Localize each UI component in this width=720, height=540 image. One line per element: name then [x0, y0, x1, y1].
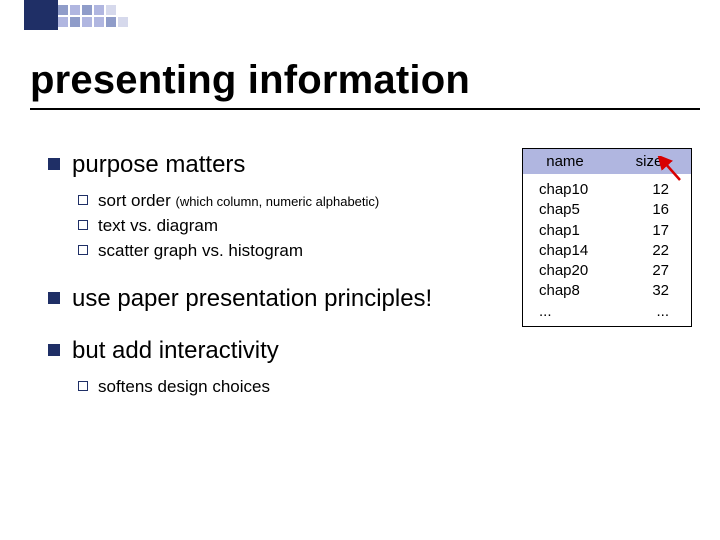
sub-bullet-item: softens design choices: [78, 376, 468, 398]
table-cell: 12: [621, 180, 692, 200]
deco-square: [82, 5, 92, 15]
deco-square: [94, 5, 104, 15]
bullet-item: purpose matters sort order (which column…: [48, 150, 468, 262]
sub-bullet-item: sort order (which column, numeric alphab…: [78, 190, 468, 212]
table-cell: ...: [523, 302, 621, 322]
deco-square: [58, 17, 68, 27]
header-decoration: [0, 0, 720, 30]
sub-text: sort order: [98, 191, 171, 210]
title-rule: [30, 108, 700, 110]
slide: { "title": "presenting information", "bu…: [0, 0, 720, 540]
sub-bullet-text: scatter graph vs. histogram: [98, 240, 303, 262]
table-cell: 17: [621, 221, 692, 241]
slide-body: purpose matters sort order (which column…: [48, 150, 468, 420]
slide-title: presenting information: [30, 58, 470, 103]
data-table: name size chap1012chap516chap117chap1422…: [522, 148, 692, 327]
hollow-square-bullet-icon: [78, 381, 88, 391]
table-row: ......: [523, 302, 691, 322]
filled-square-bullet-icon: [48, 292, 60, 304]
bullet-text: purpose matters: [72, 150, 245, 180]
table-body: chap1012chap516chap117chap1422chap2027ch…: [523, 174, 691, 326]
sub-bullet-text: sort order (which column, numeric alphab…: [98, 190, 379, 212]
table-header-cell: name: [523, 149, 607, 174]
table-row: chap1012: [523, 180, 691, 200]
deco-square: [24, 0, 58, 30]
table-cell: 16: [621, 200, 692, 220]
deco-square: [106, 17, 116, 27]
table-cell: 27: [621, 261, 692, 281]
table-cell: chap8: [523, 281, 621, 301]
table-row: chap516: [523, 200, 691, 220]
deco-square: [82, 17, 92, 27]
filled-square-bullet-icon: [48, 344, 60, 356]
hollow-square-bullet-icon: [78, 220, 88, 230]
bullet-text: use paper presentation principles!: [72, 284, 432, 314]
table-row: chap2027: [523, 261, 691, 281]
deco-square: [94, 17, 104, 27]
hollow-square-bullet-icon: [78, 245, 88, 255]
bullet-item: but add interactivity softens design cho…: [48, 336, 468, 398]
table-cell: chap20: [523, 261, 621, 281]
bullet-text: but add interactivity: [72, 336, 279, 366]
sub-bullet-item: scatter graph vs. histogram: [78, 240, 468, 262]
table-cell: chap5: [523, 200, 621, 220]
sub-bullet-text: text vs. diagram: [98, 215, 218, 237]
hollow-square-bullet-icon: [78, 195, 88, 205]
table-cell: chap14: [523, 241, 621, 261]
deco-square: [118, 17, 128, 27]
bullet-item: use paper presentation principles!: [48, 284, 468, 314]
deco-square: [58, 5, 68, 15]
table-row: chap117: [523, 221, 691, 241]
table-cell: chap10: [523, 180, 621, 200]
table-header-row: name size: [523, 149, 691, 174]
table-header-cell: size: [607, 149, 691, 174]
filled-square-bullet-icon: [48, 158, 60, 170]
sub-bullet-text: softens design choices: [98, 376, 270, 398]
deco-square: [106, 5, 116, 15]
table-cell: 32: [621, 281, 692, 301]
table-cell: chap1: [523, 221, 621, 241]
sub-bullet-item: text vs. diagram: [78, 215, 468, 237]
table-row: chap832: [523, 281, 691, 301]
sub-text-paren: (which column, numeric alphabetic): [175, 194, 379, 209]
deco-square: [70, 17, 80, 27]
table-cell: ...: [621, 302, 692, 322]
table-row: chap1422: [523, 241, 691, 261]
table-cell: 22: [621, 241, 692, 261]
deco-square: [70, 5, 80, 15]
